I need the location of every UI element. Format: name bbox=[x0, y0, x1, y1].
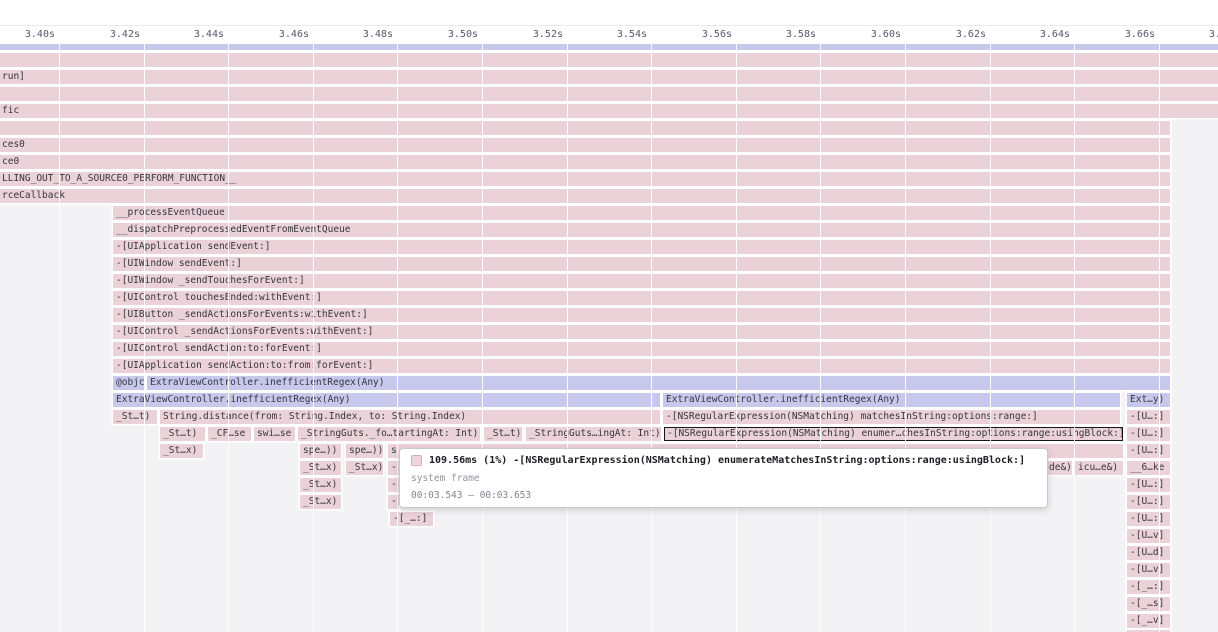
stack-frame-bar[interactable]: Ext…y) bbox=[1127, 393, 1170, 407]
stack-frame-bar[interactable]: de&) bbox=[1046, 461, 1072, 475]
ruler-tick-label: 3.64s bbox=[1010, 29, 1070, 40]
stack-frame-bar[interactable]: String.distance(from: String.Index, to: … bbox=[160, 410, 660, 424]
frame-color-swatch-icon bbox=[411, 455, 422, 466]
tooltip-subtitle: system frame bbox=[411, 473, 1036, 484]
stack-frame-bar[interactable]: rceCallback bbox=[0, 189, 1170, 203]
ruler-tick-label: 3.56s bbox=[672, 29, 732, 40]
stack-frame-bar[interactable]: run] bbox=[0, 70, 1218, 84]
stack-frame-bar-selected[interactable]: -[NSRegularExpression(NSMatching) enumer… bbox=[664, 427, 1123, 441]
stack-frame-bar[interactable]: -[UIControl touchesEnded:withEvent:] bbox=[113, 291, 1170, 305]
ruler-tick-label: 3.46s bbox=[249, 29, 309, 40]
stack-frame-bar[interactable]: _CF…se bbox=[208, 427, 251, 441]
stack-frame-bar[interactable]: - bbox=[388, 495, 399, 509]
stack-frame-bar[interactable]: @objc bbox=[113, 376, 144, 390]
stack-frame-bar[interactable]: spe…)) bbox=[300, 444, 341, 458]
stack-frame-bar[interactable]: _St…x) bbox=[346, 461, 383, 475]
stack-frame-bar[interactable] bbox=[0, 121, 1170, 135]
tooltip-title: 109.56ms (1%) -[NSRegularExpression(NSMa… bbox=[429, 455, 1025, 466]
stack-frame-bar[interactable]: -[UIApplication sendAction:to:from:forEv… bbox=[113, 359, 1170, 373]
stack-frame-bar[interactable]: _StringGuts…ingAt: Int) bbox=[526, 427, 661, 441]
stack-frame-bar[interactable]: _St…t) bbox=[113, 410, 157, 424]
ruler-divider bbox=[0, 25, 1218, 26]
ruler-tick-label: 3.50s bbox=[418, 29, 478, 40]
ruler-tick-label: 3.42s bbox=[80, 29, 140, 40]
stack-frame-bar[interactable]: swi…se bbox=[254, 427, 295, 441]
stack-frame-bar[interactable]: -[UIApplication sendEvent:] bbox=[113, 240, 1170, 254]
stack-frame-bar[interactable]: LLING_OUT_TO_A_SOURCE0_PERFORM_FUNCTION_… bbox=[0, 172, 1170, 186]
stack-frame-bar[interactable]: -[UIButton _sendActionsForEvents:withEve… bbox=[113, 308, 1170, 322]
stack-frame-bar[interactable] bbox=[0, 53, 1218, 67]
stack-frame-bar[interactable]: fic bbox=[0, 104, 1218, 118]
stack-frame-bar[interactable]: -[_…:] bbox=[390, 512, 433, 526]
stack-frame-bar[interactable]: ExtraViewController.inefficientRegex(Any… bbox=[663, 393, 1120, 407]
ruler-tick-label: 3.62s bbox=[926, 29, 986, 40]
stack-frame-bar[interactable]: __dispatchPreprocessedEventFromEventQueu… bbox=[113, 223, 1170, 237]
ruler-tick-label: 3.54s bbox=[587, 29, 647, 40]
stack-frame-bar[interactable]: _StringGuts._fo…tartingAt: Int) bbox=[298, 427, 480, 441]
frame-tooltip: 109.56ms (1%) -[NSRegularExpression(NSMa… bbox=[399, 448, 1048, 508]
stack-frame-bar[interactable]: -[U…v] bbox=[1127, 563, 1170, 577]
tooltip-title-row: 109.56ms (1%) -[NSRegularExpression(NSMa… bbox=[411, 455, 1036, 466]
stack-frame-bar[interactable]: _St…t) bbox=[484, 427, 522, 441]
stack-frame-bar[interactable]: ce0 bbox=[0, 155, 1170, 169]
stack-frame-bar[interactable]: _St…x) bbox=[160, 444, 203, 458]
stack-frame-bar[interactable] bbox=[0, 87, 1218, 101]
stack-frame-bar[interactable]: -[U…:] bbox=[1127, 410, 1170, 424]
stack-frame-bar[interactable]: -[_…s] bbox=[1127, 597, 1170, 611]
stack-frame-bar[interactable]: ExtraViewController.inefficientRegex(Any… bbox=[147, 376, 1170, 390]
ruler-tick-label: 3.44s bbox=[164, 29, 224, 40]
stack-frame-bar[interactable]: -[U…:] bbox=[1127, 444, 1170, 458]
stack-frame-bar[interactable]: ExtraViewController.inefficientRegex(Any… bbox=[113, 393, 660, 407]
stack-frame-bar[interactable]: _St…x) bbox=[300, 478, 341, 492]
stack-frame-bar[interactable]: icu…e&) bbox=[1075, 461, 1123, 475]
stack-frame-bar[interactable]: _St…x) bbox=[300, 461, 341, 475]
ruler-tick-label: 3.58s bbox=[756, 29, 816, 40]
stack-frame-bar[interactable]: -[U…:] bbox=[1127, 478, 1170, 492]
time-ruler[interactable]: 3.40s 3.42s 3.44s 3.46s 3.48s 3.50s 3.52s 3.54s… bbox=[0, 0, 1218, 43]
stack-frame-bar[interactable]: -[_…:] bbox=[1127, 580, 1170, 594]
stack-frame-bar[interactable]: -[UIControl sendAction:to:forEvent:] bbox=[113, 342, 1170, 356]
ruler-tick-label: 3.60s bbox=[841, 29, 901, 40]
stack-frame-bar[interactable]: __processEventQueue bbox=[113, 206, 1170, 220]
stack-frame-bar[interactable]: spe…)) bbox=[346, 444, 383, 458]
stack-frame-bar[interactable]: -[U…:] bbox=[1127, 495, 1170, 509]
ruler-tick-label: 3.68s bbox=[1179, 29, 1218, 40]
stack-frame-bar[interactable]: -[U…d] bbox=[1127, 546, 1170, 560]
stack-frame-bar[interactable]: -[NSRegularExpression(NSMatching) matche… bbox=[663, 410, 1120, 424]
stack-frame-bar[interactable]: -[U…:] bbox=[1127, 427, 1170, 441]
ruler-tick-label: 3.48s bbox=[333, 29, 393, 40]
flame-graph-panel: 3.40s 3.42s 3.44s 3.46s 3.48s 3.50s 3.52s 3.54s… bbox=[0, 0, 1218, 632]
ruler-tick-label: 3.40s bbox=[0, 29, 55, 40]
stack-frame-bar[interactable]: -[UIControl _sendActionsForEvents:withEv… bbox=[113, 325, 1170, 339]
stack-frame-bar[interactable]: ces0 bbox=[0, 138, 1170, 152]
stack-frame-bar[interactable]: - bbox=[388, 478, 399, 492]
stack-frame-bar[interactable]: - bbox=[388, 461, 399, 475]
stack-frame-bar[interactable]: -[U…:] bbox=[1127, 512, 1170, 526]
stack-frame-bar[interactable] bbox=[0, 44, 1218, 50]
ruler-tick-label: 3.52s bbox=[503, 29, 563, 40]
stack-frame-bar[interactable]: -[UIWindow _sendTouchesForEvent:] bbox=[113, 274, 1170, 288]
stack-frame-bar[interactable]: -[UIWindow sendEvent:] bbox=[113, 257, 1170, 271]
stack-frame-bar[interactable]: -[_…v] bbox=[1127, 614, 1170, 628]
stack-frame-bar[interactable]: _St…t) bbox=[160, 427, 205, 441]
stack-frame-bar[interactable]: -[U…v] bbox=[1127, 529, 1170, 543]
tooltip-time-range: 00:03.543 — 00:03.653 bbox=[411, 490, 1036, 501]
stack-frame-bar[interactable]: _St…x) bbox=[300, 495, 341, 509]
stack-frame-bar[interactable]: __6…ke bbox=[1127, 461, 1170, 475]
ruler-tick-label: 3.66s bbox=[1095, 29, 1155, 40]
